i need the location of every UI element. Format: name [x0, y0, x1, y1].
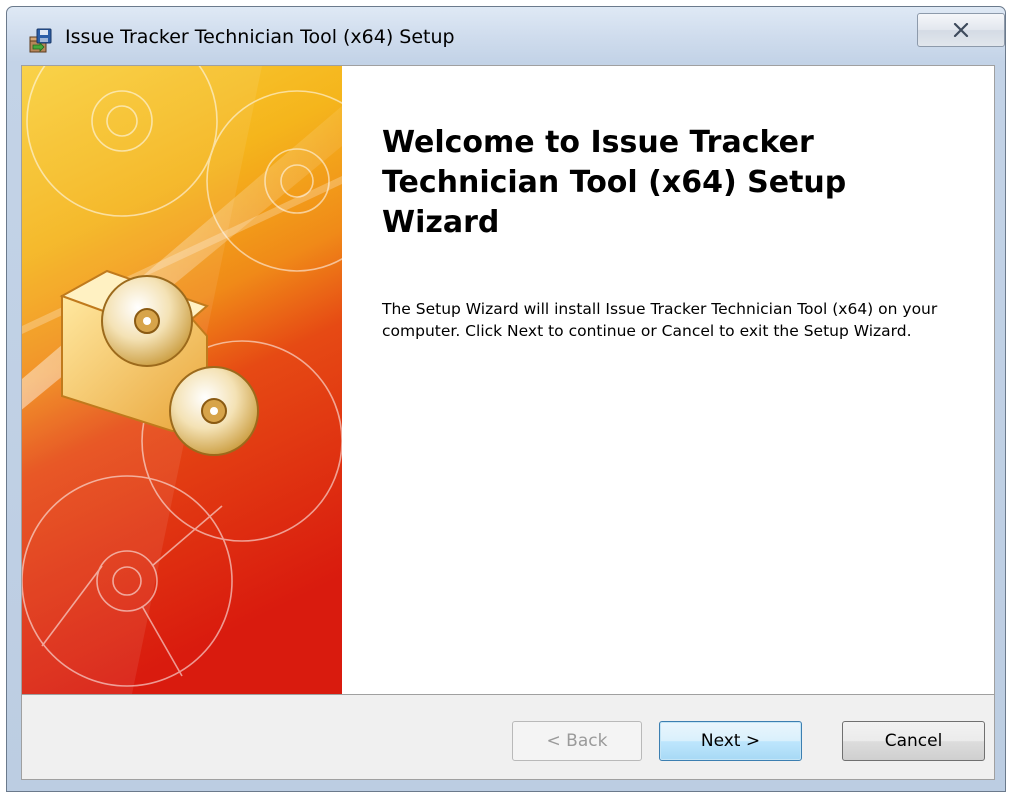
- title-bar[interactable]: Issue Tracker Technician Tool (x64) Setu…: [7, 7, 1005, 65]
- close-icon: [953, 23, 969, 37]
- wizard-banner-image: [22, 66, 342, 694]
- window-title: Issue Tracker Technician Tool (x64) Setu…: [65, 26, 455, 48]
- welcome-panel: Welcome to Issue Tracker Technician Tool…: [342, 66, 994, 694]
- wizard-content: Welcome to Issue Tracker Technician Tool…: [21, 65, 995, 780]
- button-divider: [22, 694, 994, 695]
- setup-window: Issue Tracker Technician Tool (x64) Setu…: [6, 6, 1006, 792]
- welcome-description: The Setup Wizard will install Issue Trac…: [382, 300, 938, 340]
- installer-icon: [27, 27, 55, 55]
- next-button[interactable]: Next >: [659, 721, 802, 761]
- cancel-button[interactable]: Cancel: [842, 721, 985, 761]
- welcome-heading: Welcome to Issue Tracker Technician Tool…: [382, 125, 847, 240]
- back-button[interactable]: < Back: [512, 721, 642, 761]
- close-button[interactable]: [917, 13, 1005, 47]
